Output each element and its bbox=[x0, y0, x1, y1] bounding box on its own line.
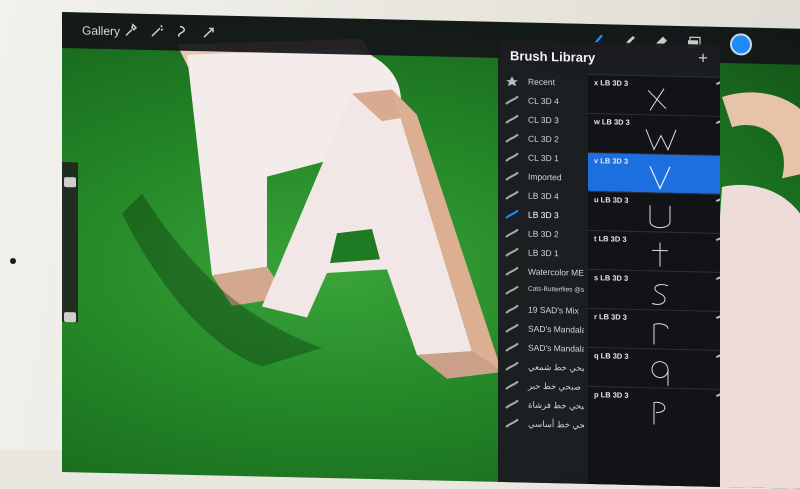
selection-icon[interactable] bbox=[174, 23, 192, 41]
letter-a-hole bbox=[330, 229, 380, 264]
brush-stroke-icon bbox=[505, 418, 519, 428]
set-item-sads-mandala-pa[interactable]: SAD's Mandala Pa bbox=[498, 319, 584, 339]
brush-item-w[interactable]: w LB 3D 3 bbox=[588, 112, 720, 156]
set-item-lb-3d-3[interactable]: LB 3D 3 bbox=[498, 205, 584, 225]
set-item-sads-mandala-fr[interactable]: SAD's Mandala Fr bbox=[498, 338, 584, 358]
brush-stroke-preview bbox=[651, 361, 669, 386]
wrench-icon[interactable] bbox=[122, 21, 140, 39]
brush-tick-icon bbox=[715, 119, 720, 125]
brush-stroke-icon bbox=[505, 114, 519, 124]
set-item-19-sads-mix[interactable]: 19 SAD's Mix bbox=[498, 300, 584, 320]
brush-item-r[interactable]: r LB 3D 3 bbox=[588, 307, 720, 351]
brush-library-panel: Brush Library + Recent CL 3D 4 CL 3D 3 C… bbox=[498, 39, 720, 489]
brush-stroke-icon bbox=[505, 361, 519, 371]
brush-stroke-icon bbox=[505, 209, 519, 219]
brush-stroke-preview bbox=[653, 401, 666, 425]
opacity-slider[interactable] bbox=[64, 312, 76, 323]
set-item-lb-3d-1[interactable]: LB 3D 1 bbox=[498, 243, 584, 263]
set-item-arabic-basic[interactable]: صبحي خط أساسي bbox=[498, 414, 584, 434]
brush-stroke-icon bbox=[505, 380, 519, 390]
color-swatch-icon[interactable] bbox=[730, 33, 752, 56]
brush-stroke-icon bbox=[505, 304, 519, 314]
set-item-arabic-ink[interactable]: صبحي خط حبر bbox=[498, 376, 584, 396]
brush-item-s[interactable]: s LB 3D 3 bbox=[588, 268, 720, 312]
left-sidebar bbox=[62, 162, 78, 323]
brush-item-q[interactable]: q LB 3D 3 bbox=[588, 346, 720, 390]
brush-tick-icon bbox=[715, 80, 720, 86]
set-item-arabic-wax[interactable]: صبحي خط شمعي bbox=[498, 357, 584, 377]
set-item-cl-3d-1[interactable]: CL 3D 1 bbox=[498, 148, 584, 168]
set-item-cl-3d-4[interactable]: CL 3D 4 bbox=[498, 91, 584, 111]
brush-stroke-icon bbox=[505, 285, 519, 295]
brush-stroke-icon bbox=[505, 266, 519, 276]
brush-item-x[interactable]: x LB 3D 3 bbox=[588, 73, 720, 117]
set-item-cl-3d-2[interactable]: CL 3D 2 bbox=[498, 129, 584, 149]
brush-item-t[interactable]: t LB 3D 3 bbox=[588, 229, 720, 273]
brush-stroke-icon bbox=[505, 95, 519, 105]
magic-wand-icon[interactable] bbox=[148, 22, 166, 40]
brush-stroke-icon bbox=[505, 323, 519, 333]
brush-stroke-preview bbox=[653, 323, 669, 345]
brush-tick-icon bbox=[715, 197, 720, 203]
brush-stroke-preview bbox=[651, 284, 669, 305]
brush-item-u[interactable]: u LB 3D 3 bbox=[588, 190, 720, 234]
star-icon bbox=[506, 76, 518, 87]
brush-stroke-icon bbox=[505, 152, 519, 162]
brushes-list: x LB 3D 3 w LB 3D 3 v LB 3D 3 u LB 3D 3 … bbox=[588, 73, 720, 489]
brush-sets-list: Recent CL 3D 4 CL 3D 3 CL 3D 2 CL 3D 1 I… bbox=[498, 72, 584, 489]
brush-item-p[interactable]: p LB 3D 3 bbox=[588, 385, 720, 429]
add-brush-set-button[interactable]: + bbox=[698, 48, 708, 68]
brush-tick-icon bbox=[715, 392, 720, 398]
brush-stroke-icon bbox=[505, 247, 519, 257]
brush-tick-icon bbox=[715, 236, 720, 242]
set-item-watercolor-me[interactable]: Watercolor ME bbox=[498, 262, 584, 282]
front-camera bbox=[10, 258, 16, 264]
set-item-lb-3d-4[interactable]: LB 3D 4 bbox=[498, 186, 584, 206]
brush-stroke-preview bbox=[649, 166, 671, 191]
brush-stroke-icon bbox=[505, 190, 519, 200]
set-item-arabic-brush[interactable]: صبحي خط فرشاة bbox=[498, 395, 584, 415]
gallery-button[interactable]: Gallery bbox=[82, 23, 120, 38]
brush-stroke-icon bbox=[505, 399, 519, 409]
brush-stroke-preview bbox=[649, 205, 671, 229]
set-item-cl-3d-3[interactable]: CL 3D 3 bbox=[498, 110, 584, 130]
brush-stroke-preview bbox=[647, 88, 667, 111]
transform-arrow-icon[interactable] bbox=[200, 23, 218, 41]
brush-stroke-preview bbox=[645, 129, 677, 151]
brush-item-v[interactable]: v LB 3D 3 bbox=[588, 151, 720, 195]
set-item-lb-3d-2[interactable]: LB 3D 2 bbox=[498, 224, 584, 244]
brush-stroke-icon bbox=[505, 171, 519, 181]
brush-tick-icon bbox=[715, 353, 720, 359]
brush-stroke-icon bbox=[505, 228, 519, 238]
set-item-cats-butterflies[interactable]: Cats-Butterflies @su... bbox=[498, 281, 584, 301]
brush-library-title: Brush Library bbox=[510, 48, 596, 66]
set-item-imported[interactable]: Imported bbox=[498, 167, 584, 187]
brush-stroke-preview bbox=[652, 242, 668, 267]
letter-c-top bbox=[722, 92, 800, 179]
brush-stroke-icon bbox=[505, 133, 519, 143]
brush-stroke-icon bbox=[505, 342, 519, 352]
brush-tick-icon bbox=[715, 275, 720, 281]
brush-size-slider[interactable] bbox=[64, 177, 76, 188]
brush-tick-icon bbox=[715, 314, 720, 320]
set-item-recent[interactable]: Recent bbox=[498, 72, 584, 92]
procreate-screen: Gallery Brush Library + Recent CL 3D 4 C… bbox=[62, 12, 800, 489]
